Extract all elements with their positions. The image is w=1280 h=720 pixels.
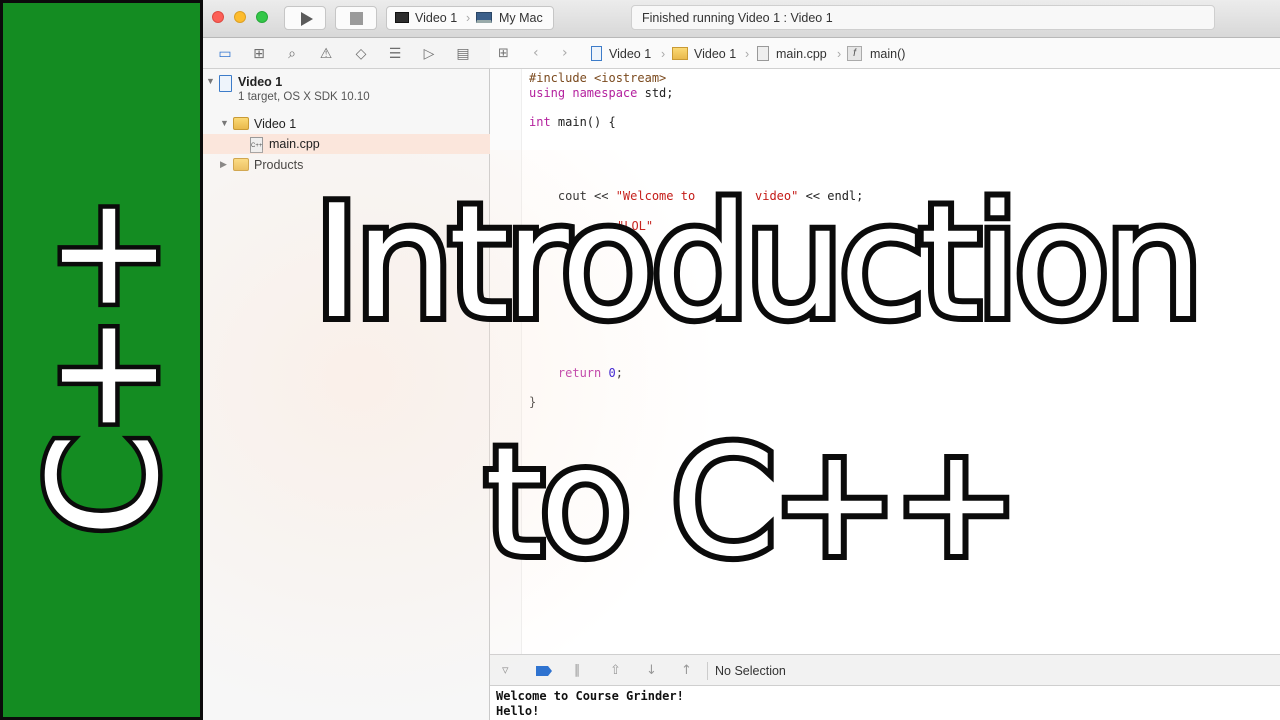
headline-line-2: to C++ xyxy=(479,410,1025,596)
keyword-token: return xyxy=(557,366,602,380)
source-editor: ⊞ ‹ › Video 1 › Video 1 › main.cpp › f m… xyxy=(490,38,1280,720)
warning-icon[interactable]: ⚠ xyxy=(318,46,334,62)
tree-item-main-cpp[interactable]: C++ main.cpp xyxy=(203,134,490,154)
stop-icon xyxy=(350,12,363,25)
stop-button[interactable] xyxy=(335,6,377,30)
file-name: main.cpp xyxy=(269,137,320,151)
hide-debug-area-icon[interactable]: ▿ xyxy=(502,663,509,678)
play-icon xyxy=(301,12,313,26)
project-navigator: ▭ ⊞ ⌕ ⚠ ◇ ☰ ▷ ▤ ▼ Video 1 1 target, OS X… xyxy=(203,38,490,720)
jump-bar-symbol[interactable]: main() xyxy=(870,47,905,61)
related-items-icon[interactable]: ⊞ xyxy=(498,46,509,61)
project-name: Video 1 xyxy=(238,75,283,89)
chevron-right-icon: › xyxy=(837,47,842,61)
toolbar: Video 1 › My Mac Finished running Video … xyxy=(203,0,1280,38)
divider xyxy=(707,662,708,680)
close-window-button[interactable] xyxy=(212,11,224,23)
cpp-file-icon xyxy=(757,46,769,61)
group-name: Video 1 xyxy=(254,117,297,131)
step-into-icon[interactable]: ↓ xyxy=(646,663,657,678)
folder-icon[interactable]: ▭ xyxy=(217,46,233,62)
keyword-token: int xyxy=(529,115,551,129)
code-line: return 0; xyxy=(557,366,623,380)
console-output[interactable]: Welcome to Course Grinder! Hello! xyxy=(490,686,1280,720)
folder-icon xyxy=(233,117,249,130)
debug-selection-label: No Selection xyxy=(715,664,786,678)
debug-bar: ▿ ∥ ⇧ ↓ ↑ No Selection xyxy=(490,654,1280,686)
brand-sidebar: C++ xyxy=(0,0,203,720)
activity-viewer: Finished running Video 1 : Video 1 xyxy=(631,5,1215,30)
folder-icon xyxy=(672,47,688,60)
jump-bar-file[interactable]: main.cpp xyxy=(776,47,827,61)
console-line: Hello! xyxy=(496,704,540,718)
breakpoints-toggle-icon[interactable] xyxy=(536,666,552,676)
navigator-selector-bar: ▭ ⊞ ⌕ ⚠ ◇ ☰ ▷ ▤ xyxy=(203,38,490,69)
run-button[interactable] xyxy=(284,6,326,30)
chevron-right-icon: › xyxy=(661,47,666,61)
tree-item-group[interactable]: ▼ Video 1 xyxy=(203,114,490,134)
minimize-window-button[interactable] xyxy=(234,11,246,23)
tree-item-project[interactable]: ▼ Video 1 1 target, OS X SDK 10.10 xyxy=(203,72,490,110)
jump-bar-project[interactable]: Video 1 xyxy=(609,47,651,61)
back-arrow-icon[interactable]: ‹ xyxy=(533,45,539,61)
scheme-target: Video 1 xyxy=(415,11,458,25)
disclosure-down-icon[interactable]: ▼ xyxy=(206,76,215,86)
breakpoint-icon[interactable]: ▷ xyxy=(421,46,437,62)
function-icon: f xyxy=(847,46,862,61)
console-line: Welcome to Course Grinder! xyxy=(496,689,684,703)
laptop-icon xyxy=(476,12,492,23)
jump-bar: ⊞ ‹ › Video 1 › Video 1 › main.cpp › f m… xyxy=(490,38,1280,69)
test-diamond-icon[interactable]: ◇ xyxy=(353,46,369,62)
scheme-destination: My Mac xyxy=(499,11,543,25)
project-icon xyxy=(219,75,232,92)
project-subtitle: 1 target, OS X SDK 10.10 xyxy=(238,91,370,103)
scheme-selector[interactable]: Video 1 › My Mac xyxy=(386,6,554,30)
forward-arrow-icon[interactable]: › xyxy=(562,45,568,61)
cpp-file-icon: C++ xyxy=(250,137,263,153)
hierarchy-icon[interactable]: ⊞ xyxy=(251,46,267,62)
code-line: using namespace std; xyxy=(529,86,674,100)
debug-icon[interactable]: ☰ xyxy=(387,46,403,62)
report-icon[interactable]: ▤ xyxy=(455,46,471,62)
step-out-icon[interactable]: ↑ xyxy=(681,663,692,678)
chevron-right-icon: › xyxy=(745,47,750,61)
headline-line-1: Introduction xyxy=(308,165,1210,359)
zoom-window-button[interactable] xyxy=(256,11,268,23)
terminal-icon xyxy=(395,12,409,23)
disclosure-right-icon[interactable]: ▶ xyxy=(220,159,227,170)
search-icon[interactable]: ⌕ xyxy=(284,46,300,62)
brand-label: C++ xyxy=(14,194,197,541)
jump-bar-group[interactable]: Video 1 xyxy=(694,47,736,61)
code-line: int main() { xyxy=(529,115,616,129)
pause-icon[interactable]: ∥ xyxy=(574,663,581,678)
project-icon xyxy=(591,46,602,61)
disclosure-down-icon[interactable]: ▼ xyxy=(220,118,229,128)
step-over-icon[interactable]: ⇧ xyxy=(610,663,621,678)
number-token: 0 xyxy=(608,366,616,380)
keyword-token: using namespace xyxy=(529,86,638,100)
code-line: #include <iostream> xyxy=(529,71,667,85)
chevron-right-icon: › xyxy=(466,11,471,25)
